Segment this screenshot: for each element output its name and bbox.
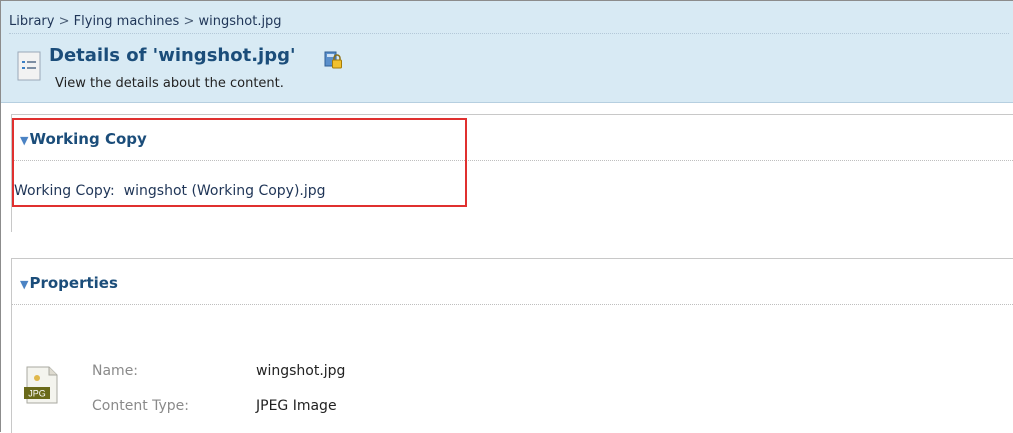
- highlight-box: [12, 118, 467, 207]
- details-icon: [17, 51, 41, 81]
- properties-panel: ▼Properties JPG Name: wingshot.jpg Conte…: [11, 258, 1013, 433]
- page-header: Library > Flying machines > wingshot.jpg…: [1, 1, 1013, 103]
- lock-icon[interactable]: [323, 50, 343, 70]
- properties-heading-text: Properties: [29, 274, 118, 292]
- property-value-content-type: JPEG Image: [256, 398, 337, 414]
- breadcrumb-separator: >: [58, 14, 70, 29]
- property-value-name: wingshot.jpg: [256, 363, 346, 379]
- breadcrumb-item-current: wingshot.jpg: [198, 14, 282, 29]
- breadcrumb-item-library[interactable]: Library: [9, 14, 54, 29]
- collapse-triangle-icon[interactable]: ▼: [20, 278, 28, 291]
- properties-section-header[interactable]: ▼Properties: [12, 259, 1013, 305]
- page-title: Details of 'wingshot.jpg': [49, 45, 296, 66]
- jpg-badge-text: JPG: [28, 389, 46, 399]
- breadcrumb-item-flying-machines[interactable]: Flying machines: [74, 14, 180, 29]
- details-page: Library > Flying machines > wingshot.jpg…: [0, 0, 1013, 433]
- property-label-content-type: Content Type:: [92, 398, 190, 414]
- breadcrumb: Library > Flying machines > wingshot.jpg: [9, 14, 1009, 34]
- jpg-file-icon: JPG: [24, 366, 58, 404]
- breadcrumb-separator: >: [183, 14, 195, 29]
- property-label-name: Name:: [92, 363, 139, 379]
- properties-section-title[interactable]: ▼Properties: [20, 274, 118, 292]
- page-subtitle: View the details about the content.: [55, 76, 284, 91]
